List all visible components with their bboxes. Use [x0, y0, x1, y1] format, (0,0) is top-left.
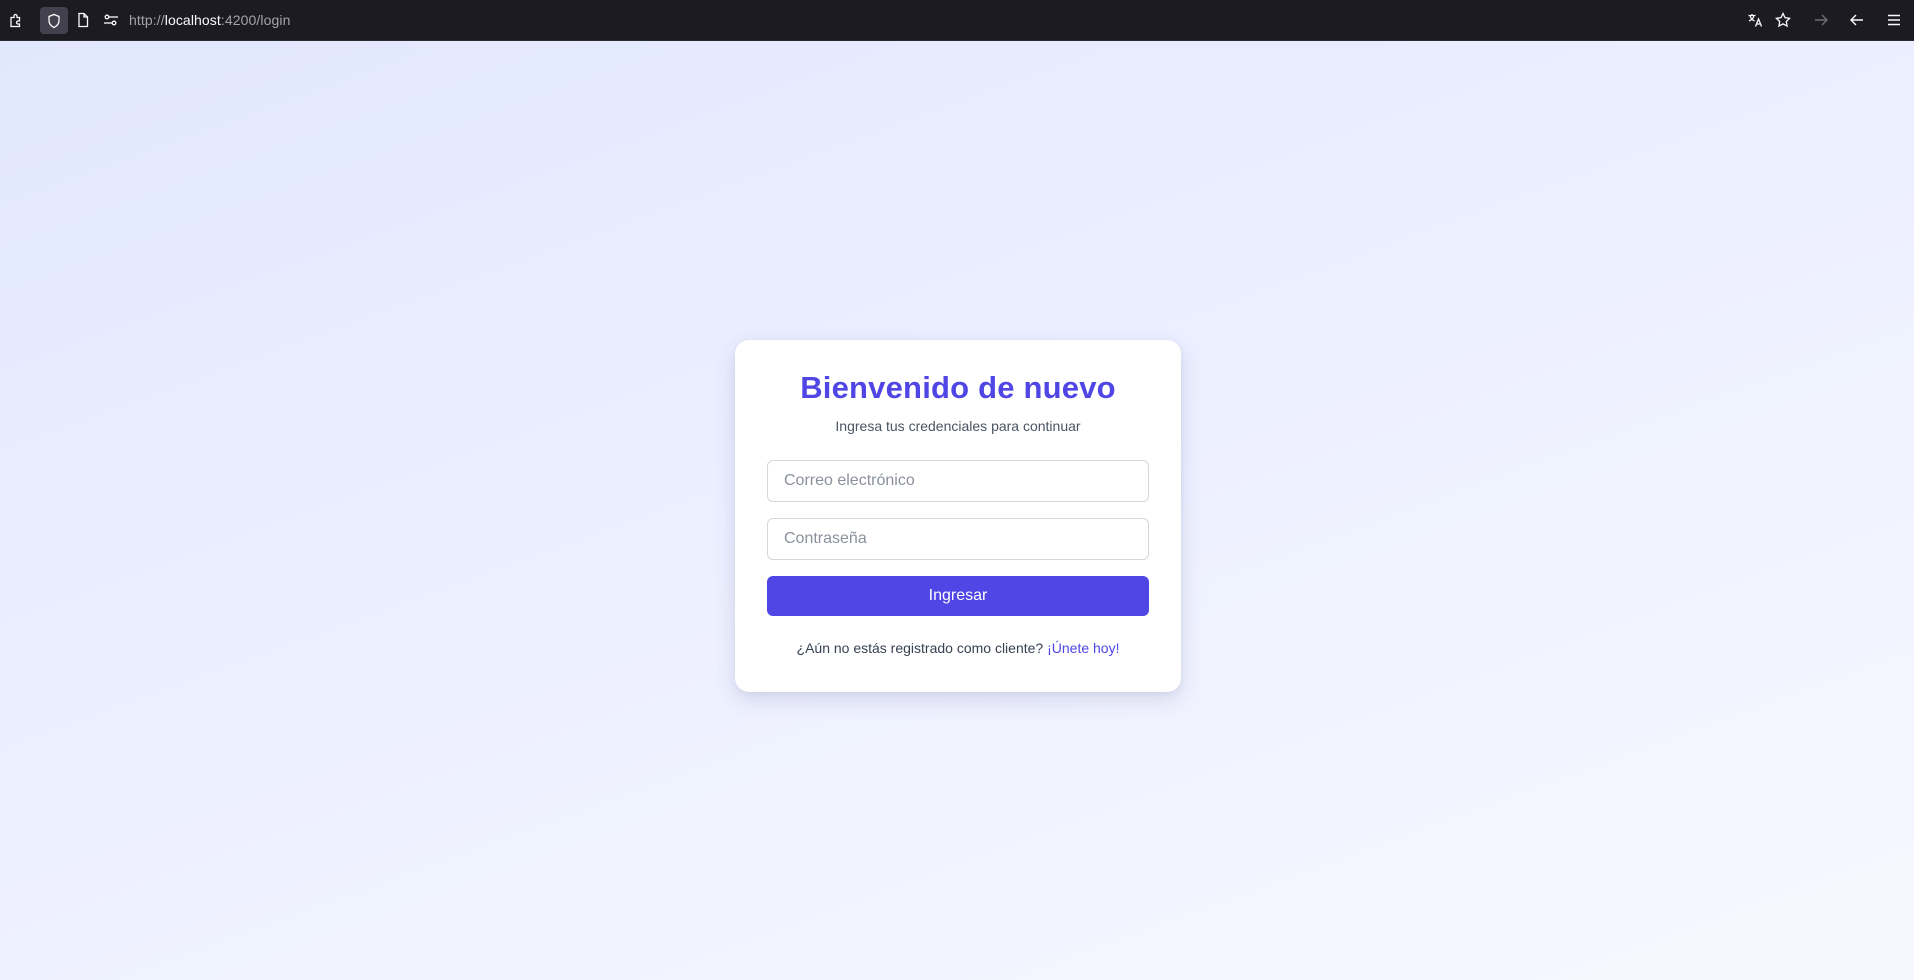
menu-icon[interactable] [1883, 9, 1905, 31]
register-prompt-text: ¿Aún no estás registrado como cliente? [796, 640, 1044, 656]
login-subtitle: Ingresa tus credenciales para continuar [835, 418, 1081, 434]
forward-icon[interactable] [1810, 9, 1832, 31]
address-bar[interactable]: http://localhost:4200/login [129, 12, 291, 28]
extensions-icon[interactable] [5, 9, 27, 31]
register-link[interactable]: ¡Únete hoy! [1047, 640, 1119, 656]
register-prompt: ¿Aún no estás registrado como cliente? ¡… [735, 640, 1181, 656]
password-field[interactable] [767, 518, 1149, 560]
translate-icon[interactable] [1744, 9, 1766, 31]
permissions-icon[interactable] [100, 9, 122, 31]
login-card: Bienvenido de nuevo Ingresa tus credenci… [735, 340, 1181, 692]
url-scheme: http:// [129, 12, 165, 28]
page-background: Bienvenido de nuevo Ingresa tus credenci… [0, 41, 1914, 980]
bookmark-star-icon[interactable] [1772, 9, 1794, 31]
url-host: localhost [164, 12, 221, 28]
browser-toolbar: http://localhost:4200/login [0, 0, 1914, 41]
page-icon[interactable] [72, 9, 94, 31]
shield-icon[interactable] [40, 7, 68, 34]
email-field[interactable] [767, 460, 1149, 502]
login-title: Bienvenido de nuevo [800, 370, 1116, 405]
url-path: :4200/login [220, 12, 291, 28]
login-button[interactable]: Ingresar [767, 576, 1149, 616]
back-icon[interactable] [1846, 9, 1868, 31]
